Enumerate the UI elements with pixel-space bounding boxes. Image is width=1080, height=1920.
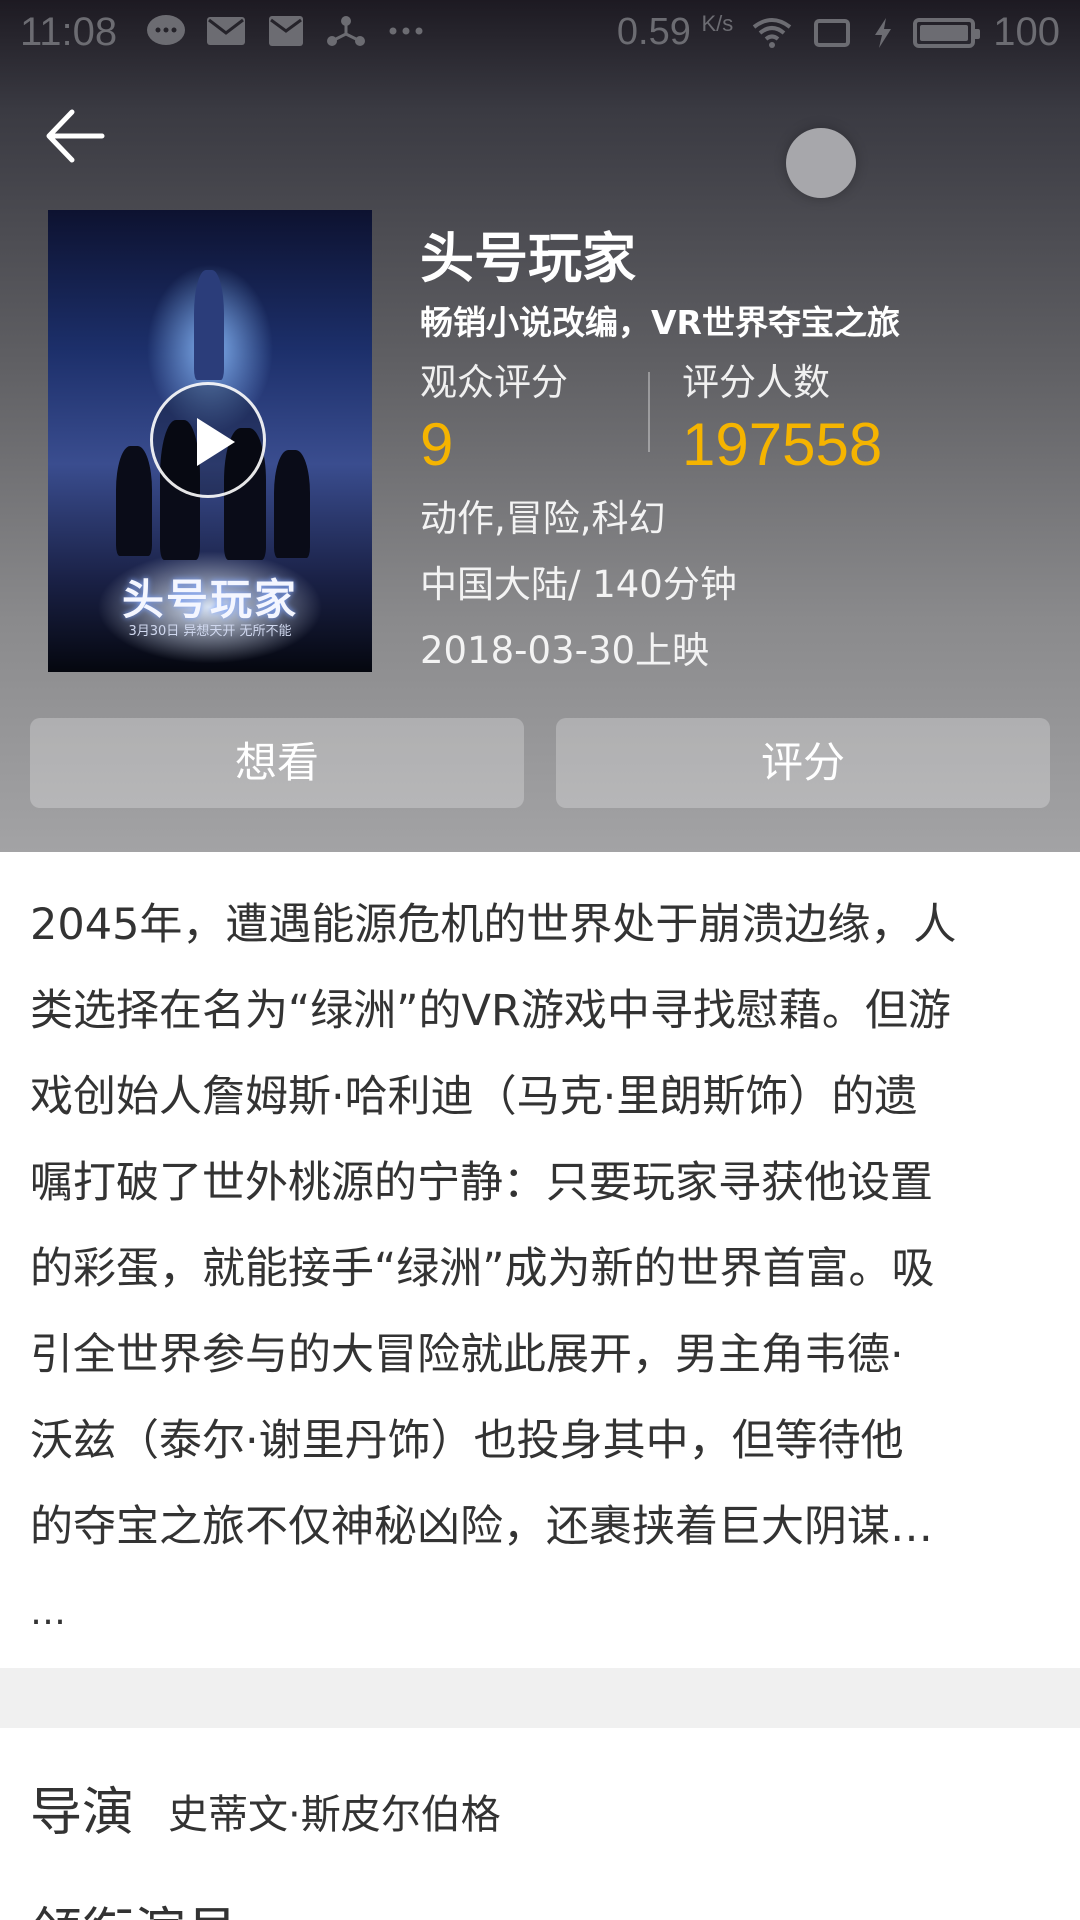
movie-header: 11:08 0.59 K/s 100 头号玩家 3月30日 异想天开 无所不能 [0,0,1080,852]
movie-tagline: 畅销小说改编，VR世界夺宝之旅 [420,303,900,342]
synopsis-line: 类选择在名为“绿洲”的VR游戏中寻找慰藉。但游 [30,986,951,1036]
rating-label: 观众评分 [420,361,568,404]
more-dots-icon [389,27,423,35]
rate-button[interactable]: 评分 [556,718,1050,808]
mail-icon [269,16,303,46]
status-time: 11:08 [20,10,118,54]
synopsis-line: 2045年，遭遇能源危机的世界处于崩溃边缘，人 [30,900,957,950]
want-to-watch-button[interactable]: 想看 [30,718,524,808]
synopsis-text: 2045年，遭遇能源危机的世界处于崩溃边缘，人 类选择在名为“绿洲”的VR游戏中… [30,882,1060,1570]
play-trailer-button[interactable] [150,382,266,498]
movie-title: 头号玩家 [420,227,636,290]
rating-count-label: 评分人数 [682,361,830,404]
mail-icon [207,17,245,45]
director-label: 导演 [30,1783,135,1843]
share-network-icon [327,16,365,46]
poster-subtitle: 3月30日 异想天开 无所不能 [128,624,292,639]
section-divider [0,1668,1080,1728]
synopsis-line: 沃兹（泰尔·谢里丹饰）也投身其中，但等待他 [30,1416,904,1466]
system-status: 0.59 K/s 100 [617,10,1060,55]
synopsis-line: 的彩蛋，就能接手“绿洲”成为新的世界首富。吸 [30,1244,935,1294]
back-arrow-icon[interactable] [44,104,108,168]
network-speed: 0.59 K/s [617,11,733,54]
rating-divider [648,372,650,452]
screen-cast-icon [814,18,851,47]
rating-value: 9 [420,411,454,478]
synopsis-line: 嘱打破了世外桃源的宁静：只要玩家寻获他设置 [30,1158,933,1208]
chat-bubble-icon [147,15,185,45]
cast-label: 领衔演员 [30,1890,238,1920]
movie-region-duration: 中国大陆/ 140分钟 [420,563,737,606]
movie-release-date: 2018-03-30上映 [420,629,710,672]
speed-value: 0.59 [616,11,691,53]
synopsis-line: 的夺宝之旅不仅神秘凶险，还裹挟着巨大阴谋… [30,1502,933,1552]
notification-icons [145,14,427,48]
movie-poster[interactable]: 头号玩家 3月30日 异想天开 无所不能 [48,210,372,672]
synopsis-line: 戏创始人詹姆斯·哈利迪（马克·里朗斯饰）的遗 [30,1072,918,1122]
battery-icon [913,17,981,48]
synopsis-line: 引全世界参与的大冒险就此展开，男主角韦德· [30,1330,904,1380]
battery-level: 100 [993,10,1060,54]
credits-section: 导演 史蒂文·斯皮尔伯格 领衔演员 [0,1728,1080,1920]
expand-synopsis-button[interactable]: … [30,1592,66,1633]
director-name[interactable]: 史蒂文·斯皮尔伯格 [168,1782,501,1840]
charging-icon [875,17,892,48]
synopsis-section[interactable]: 2045年，遭遇能源危机的世界处于崩溃边缘，人 类选择在名为“绿洲”的VR游戏中… [0,852,1080,1668]
rating-count-value: 197558 [682,411,883,478]
movie-genres: 动作,冒险,科幻 [420,497,666,540]
status-bar: 11:08 0.59 K/s 100 [0,0,1080,64]
floating-assist-button[interactable] [786,128,856,198]
poster-title: 头号玩家 [121,575,298,624]
speed-unit: K/s [701,11,734,36]
wifi-icon [753,17,792,48]
